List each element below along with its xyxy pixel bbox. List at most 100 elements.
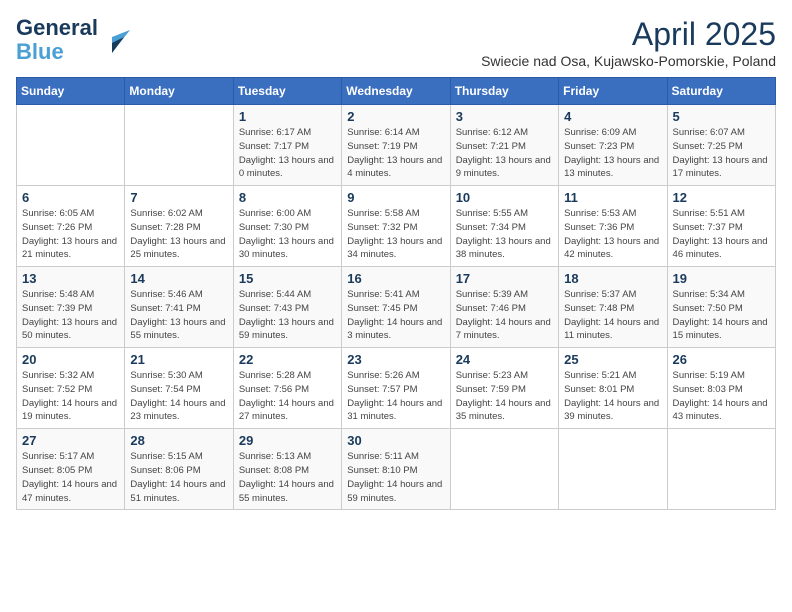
header-wednesday: Wednesday (342, 78, 450, 105)
calendar-week-row: 13 Sunrise: 5:48 AM Sunset: 7:39 PM Dayli… (17, 267, 776, 348)
day-number: 27 (22, 433, 119, 448)
calendar-cell: 21 Sunrise: 5:30 AM Sunset: 7:54 PM Dayli… (125, 348, 233, 429)
calendar-header-row: SundayMondayTuesdayWednesdayThursdayFrid… (17, 78, 776, 105)
calendar-cell: 27 Sunrise: 5:17 AM Sunset: 8:05 PM Dayli… (17, 429, 125, 510)
calendar-cell: 24 Sunrise: 5:23 AM Sunset: 7:59 PM Dayli… (450, 348, 558, 429)
day-number: 16 (347, 271, 444, 286)
day-info: Sunrise: 5:53 AM Sunset: 7:36 PM Dayligh… (564, 207, 661, 262)
calendar-cell: 25 Sunrise: 5:21 AM Sunset: 8:01 PM Dayli… (559, 348, 667, 429)
calendar-cell (667, 429, 775, 510)
day-number: 19 (673, 271, 770, 286)
day-number: 4 (564, 109, 661, 124)
day-info: Sunrise: 6:12 AM Sunset: 7:21 PM Dayligh… (456, 126, 553, 181)
calendar-week-row: 27 Sunrise: 5:17 AM Sunset: 8:05 PM Dayli… (17, 429, 776, 510)
calendar-cell: 1Sunrise: 6:17 AM Sunset: 7:17 PM Daylig… (233, 105, 341, 186)
day-info: Sunrise: 5:58 AM Sunset: 7:32 PM Dayligh… (347, 207, 444, 262)
calendar-cell: 6 Sunrise: 6:05 AM Sunset: 7:26 PM Daylig… (17, 186, 125, 267)
day-number: 23 (347, 352, 444, 367)
day-number: 24 (456, 352, 553, 367)
day-number: 12 (673, 190, 770, 205)
month-title: April 2025 (481, 16, 776, 53)
header-thursday: Thursday (450, 78, 558, 105)
day-number: 21 (130, 352, 227, 367)
calendar-cell: 16 Sunrise: 5:41 AM Sunset: 7:45 PM Dayli… (342, 267, 450, 348)
day-info: Sunrise: 6:17 AM Sunset: 7:17 PM Dayligh… (239, 126, 336, 181)
calendar-cell: 23 Sunrise: 5:26 AM Sunset: 7:57 PM Dayli… (342, 348, 450, 429)
day-info: Sunrise: 5:55 AM Sunset: 7:34 PM Dayligh… (456, 207, 553, 262)
day-info: Sunrise: 5:51 AM Sunset: 7:37 PM Dayligh… (673, 207, 770, 262)
day-info: Sunrise: 5:46 AM Sunset: 7:41 PM Dayligh… (130, 288, 227, 343)
calendar-week-row: 6 Sunrise: 6:05 AM Sunset: 7:26 PM Daylig… (17, 186, 776, 267)
day-info: Sunrise: 5:32 AM Sunset: 7:52 PM Dayligh… (22, 369, 119, 424)
day-number: 14 (130, 271, 227, 286)
calendar-cell: 7 Sunrise: 6:02 AM Sunset: 7:28 PM Daylig… (125, 186, 233, 267)
day-number: 22 (239, 352, 336, 367)
day-info: Sunrise: 5:26 AM Sunset: 7:57 PM Dayligh… (347, 369, 444, 424)
day-info: Sunrise: 6:14 AM Sunset: 7:19 PM Dayligh… (347, 126, 444, 181)
day-number: 17 (456, 271, 553, 286)
day-info: Sunrise: 6:00 AM Sunset: 7:30 PM Dayligh… (239, 207, 336, 262)
day-number: 11 (564, 190, 661, 205)
day-info: Sunrise: 6:07 AM Sunset: 7:25 PM Dayligh… (673, 126, 770, 181)
calendar-cell: 19 Sunrise: 5:34 AM Sunset: 7:50 PM Dayli… (667, 267, 775, 348)
calendar-cell: 10 Sunrise: 5:55 AM Sunset: 7:34 PM Dayli… (450, 186, 558, 267)
day-info: Sunrise: 5:21 AM Sunset: 8:01 PM Dayligh… (564, 369, 661, 424)
header-tuesday: Tuesday (233, 78, 341, 105)
calendar-cell: 5 Sunrise: 6:07 AM Sunset: 7:25 PM Daylig… (667, 105, 775, 186)
day-number: 5 (673, 109, 770, 124)
calendar-cell: 22 Sunrise: 5:28 AM Sunset: 7:56 PM Dayli… (233, 348, 341, 429)
calendar-cell: 3 Sunrise: 6:12 AM Sunset: 7:21 PM Daylig… (450, 105, 558, 186)
calendar-cell: 11 Sunrise: 5:53 AM Sunset: 7:36 PM Dayli… (559, 186, 667, 267)
day-number: 13 (22, 271, 119, 286)
day-number: 15 (239, 271, 336, 286)
calendar-cell: 30Sunrise: 5:11 AM Sunset: 8:10 PM Dayli… (342, 429, 450, 510)
day-number: 25 (564, 352, 661, 367)
day-info: Sunrise: 5:11 AM Sunset: 8:10 PM Dayligh… (347, 450, 444, 505)
day-number: 29 (239, 433, 336, 448)
calendar-cell: 26 Sunrise: 5:19 AM Sunset: 8:03 PM Dayli… (667, 348, 775, 429)
header-friday: Friday (559, 78, 667, 105)
calendar-cell: 15 Sunrise: 5:44 AM Sunset: 7:43 PM Dayli… (233, 267, 341, 348)
day-info: Sunrise: 5:41 AM Sunset: 7:45 PM Dayligh… (347, 288, 444, 343)
day-number: 10 (456, 190, 553, 205)
calendar-cell: 13 Sunrise: 5:48 AM Sunset: 7:39 PM Dayli… (17, 267, 125, 348)
day-info: Sunrise: 5:37 AM Sunset: 7:48 PM Dayligh… (564, 288, 661, 343)
day-info: Sunrise: 6:02 AM Sunset: 7:28 PM Dayligh… (130, 207, 227, 262)
day-info: Sunrise: 5:13 AM Sunset: 8:08 PM Dayligh… (239, 450, 336, 505)
header-saturday: Saturday (667, 78, 775, 105)
day-number: 20 (22, 352, 119, 367)
day-info: Sunrise: 5:48 AM Sunset: 7:39 PM Dayligh… (22, 288, 119, 343)
calendar-week-row: 1Sunrise: 6:17 AM Sunset: 7:17 PM Daylig… (17, 105, 776, 186)
day-number: 6 (22, 190, 119, 205)
calendar-week-row: 20 Sunrise: 5:32 AM Sunset: 7:52 PM Dayli… (17, 348, 776, 429)
day-number: 7 (130, 190, 227, 205)
calendar-cell (559, 429, 667, 510)
day-info: Sunrise: 5:28 AM Sunset: 7:56 PM Dayligh… (239, 369, 336, 424)
day-number: 9 (347, 190, 444, 205)
location: Swiecie nad Osa, Kujawsko-Pomorskie, Pol… (481, 53, 776, 69)
day-info: Sunrise: 5:39 AM Sunset: 7:46 PM Dayligh… (456, 288, 553, 343)
calendar-cell: 17 Sunrise: 5:39 AM Sunset: 7:46 PM Dayli… (450, 267, 558, 348)
day-number: 3 (456, 109, 553, 124)
day-number: 2 (347, 109, 444, 124)
calendar-cell: 8 Sunrise: 6:00 AM Sunset: 7:30 PM Daylig… (233, 186, 341, 267)
day-number: 8 (239, 190, 336, 205)
calendar-cell: 2 Sunrise: 6:14 AM Sunset: 7:19 PM Daylig… (342, 105, 450, 186)
day-info: Sunrise: 5:30 AM Sunset: 7:54 PM Dayligh… (130, 369, 227, 424)
calendar-cell: 14 Sunrise: 5:46 AM Sunset: 7:41 PM Dayli… (125, 267, 233, 348)
day-number: 18 (564, 271, 661, 286)
day-info: Sunrise: 5:34 AM Sunset: 7:50 PM Dayligh… (673, 288, 770, 343)
day-info: Sunrise: 5:17 AM Sunset: 8:05 PM Dayligh… (22, 450, 119, 505)
calendar-cell: 4Sunrise: 6:09 AM Sunset: 7:23 PM Daylig… (559, 105, 667, 186)
day-info: Sunrise: 6:05 AM Sunset: 7:26 PM Dayligh… (22, 207, 119, 262)
calendar-cell: 20 Sunrise: 5:32 AM Sunset: 7:52 PM Dayli… (17, 348, 125, 429)
page-header: GeneralBlue April 2025 Swiecie nad Osa, … (16, 16, 776, 69)
day-info: Sunrise: 5:15 AM Sunset: 8:06 PM Dayligh… (130, 450, 227, 505)
day-number: 26 (673, 352, 770, 367)
day-info: Sunrise: 5:23 AM Sunset: 7:59 PM Dayligh… (456, 369, 553, 424)
day-info: Sunrise: 5:44 AM Sunset: 7:43 PM Dayligh… (239, 288, 336, 343)
logo-text: GeneralBlue (16, 16, 98, 64)
calendar-cell (125, 105, 233, 186)
header-monday: Monday (125, 78, 233, 105)
day-info: Sunrise: 5:19 AM Sunset: 8:03 PM Dayligh… (673, 369, 770, 424)
